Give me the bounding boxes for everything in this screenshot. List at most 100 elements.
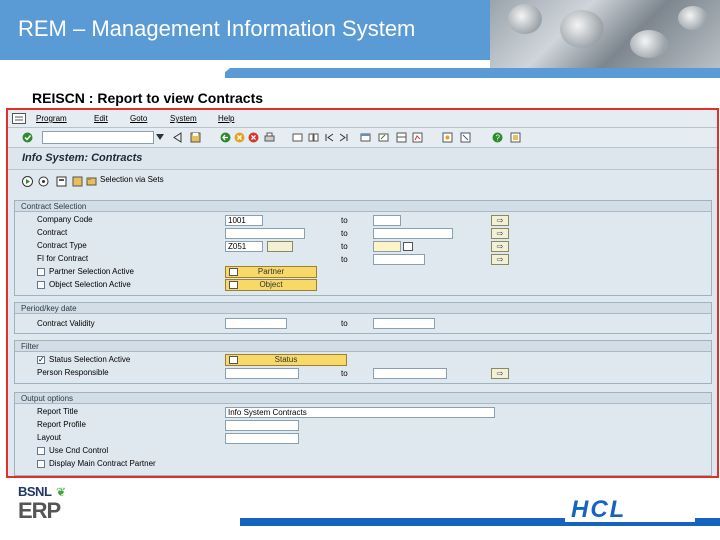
- period-key-date-header: Period/key date: [21, 304, 77, 313]
- slide-header: REM – Management Information System: [0, 0, 720, 68]
- filter-group: Filter ✓ Status Selection Active Status …: [14, 340, 712, 384]
- to-label: to: [341, 255, 348, 264]
- help-icon[interactable]: ?: [492, 132, 503, 143]
- menu-edit[interactable]: Edit: [94, 114, 108, 123]
- save-icon[interactable]: [190, 132, 201, 143]
- first-page-icon[interactable]: [324, 132, 335, 143]
- variant-icon[interactable]: [38, 176, 49, 187]
- use-cnd-control-label: Use Cnd Control: [49, 446, 109, 455]
- partner-selection-checkbox[interactable]: [37, 268, 45, 276]
- menu-goto[interactable]: Goto: [130, 114, 147, 123]
- contract-type-label: Contract Type: [37, 241, 87, 250]
- layout-input[interactable]: [225, 433, 299, 444]
- find-icon[interactable]: [292, 132, 303, 143]
- fi-for-contract-label: FI for Contract: [37, 254, 89, 263]
- period-key-date-group: Period/key date Contract Validity to: [14, 302, 712, 334]
- menu-program[interactable]: Program: [36, 114, 67, 123]
- contract-type-from-input[interactable]: Z051: [225, 241, 263, 252]
- object-button[interactable]: Object: [225, 279, 317, 291]
- execute-icon[interactable]: [22, 176, 33, 187]
- print-icon[interactable]: [264, 132, 275, 143]
- graphics-icon[interactable]: [412, 132, 423, 143]
- status-selection-checkbox[interactable]: ✓: [37, 356, 45, 364]
- get-variant-icon[interactable]: [56, 176, 67, 187]
- multiple-selection-button[interactable]: ⇨: [491, 254, 509, 265]
- menu-system[interactable]: System: [170, 114, 197, 123]
- new-session-icon[interactable]: [360, 132, 371, 143]
- standard-toolbar: ?: [8, 128, 717, 148]
- sap-screenshot-frame: Program Edit Goto System Help ? Info Sys…: [6, 108, 719, 478]
- person-responsible-label: Person Responsible: [37, 368, 109, 377]
- multiple-selection-button[interactable]: ⇨: [491, 241, 509, 252]
- customize-icon[interactable]: [510, 132, 521, 143]
- use-cnd-control-checkbox[interactable]: [37, 447, 45, 455]
- selection-via-sets-button[interactable]: Selection via Sets: [100, 175, 164, 184]
- search-help-icon[interactable]: [403, 242, 413, 251]
- last-page-icon[interactable]: [338, 132, 349, 143]
- local-layout-icon[interactable]: [460, 132, 471, 143]
- filter-header: Filter: [21, 342, 39, 351]
- contract-selection-header: Contract Selection: [21, 202, 87, 211]
- customize-layout-icon[interactable]: [442, 132, 453, 143]
- contract-type-to-input[interactable]: [373, 241, 401, 252]
- app-title: Info System: Contracts: [22, 152, 143, 164]
- partner-button[interactable]: Partner: [225, 266, 317, 278]
- menu-help[interactable]: Help: [218, 114, 234, 123]
- command-field[interactable]: [42, 131, 154, 144]
- person-responsible-from-input[interactable]: [225, 368, 299, 379]
- bsnl-erp-logo: BSNL ❦ ERP: [18, 484, 78, 528]
- header-photo-satellite-dishes: [490, 0, 720, 68]
- hcl-logo: HCL: [565, 496, 695, 523]
- application-toolbar: Selection via Sets: [8, 170, 717, 192]
- multiple-selection-button[interactable]: ⇨: [491, 228, 509, 239]
- partner-selection-label: Partner Selection Active: [49, 267, 134, 276]
- selection-sets-icon[interactable]: [86, 176, 97, 187]
- fi-for-contract-to-input[interactable]: [373, 254, 425, 265]
- company-code-label: Company Code: [37, 215, 93, 224]
- to-label: to: [341, 242, 348, 251]
- back-icon[interactable]: [220, 132, 231, 143]
- contract-type-search-help-icon[interactable]: [267, 241, 293, 252]
- contract-to-input[interactable]: [373, 228, 453, 239]
- menu-icon[interactable]: [12, 113, 26, 124]
- contract-validity-to-input[interactable]: [373, 318, 435, 329]
- report-title-label: Report Title: [37, 407, 78, 416]
- company-code-to-input[interactable]: [373, 215, 401, 226]
- svg-text:?: ?: [496, 134, 501, 143]
- to-label: to: [341, 216, 348, 225]
- display-main-partner-checkbox[interactable]: [37, 460, 45, 468]
- report-title-input[interactable]: Info System Contracts: [225, 407, 495, 418]
- slide-subtitle: REISCN : Report to view Contracts: [32, 90, 264, 106]
- object-selection-label: Object Selection Active: [49, 280, 131, 289]
- status-button[interactable]: Status: [225, 354, 347, 366]
- contract-selection-group: Contract Selection Company Code 1001 to …: [14, 200, 712, 296]
- contract-validity-from-input[interactable]: [225, 318, 287, 329]
- multiple-selection-button[interactable]: ⇨: [491, 368, 509, 379]
- title-bar: REM – Management Information System: [0, 0, 500, 60]
- shortcut-icon[interactable]: [378, 132, 389, 143]
- company-code-from-input[interactable]: 1001: [225, 215, 263, 226]
- contract-from-input[interactable]: [225, 228, 305, 239]
- to-label: to: [341, 369, 348, 378]
- layout-icon[interactable]: [396, 132, 407, 143]
- contract-validity-label: Contract Validity: [37, 319, 95, 328]
- back-nav-icon[interactable]: [172, 132, 183, 143]
- save-variant-icon[interactable]: [72, 176, 83, 187]
- to-label: to: [341, 319, 348, 328]
- leaf-icon: ❦: [56, 485, 67, 499]
- cancel-icon[interactable]: [248, 132, 259, 143]
- multiple-selection-button[interactable]: ⇨: [491, 215, 509, 226]
- object-selection-checkbox[interactable]: [37, 281, 45, 289]
- command-dropdown-arrow-icon[interactable]: [156, 134, 164, 140]
- person-responsible-to-input[interactable]: [373, 368, 447, 379]
- output-options-header: Output options: [21, 394, 74, 403]
- display-main-partner-label: Display Main Contract Partner: [49, 459, 156, 468]
- contract-label: Contract: [37, 228, 68, 237]
- exit-icon[interactable]: [234, 132, 245, 143]
- find-next-icon[interactable]: [308, 132, 319, 143]
- slide-title: REM – Management Information System: [18, 16, 416, 41]
- enter-check-icon[interactable]: [22, 132, 33, 143]
- app-title-bar: Info System: Contracts: [8, 148, 717, 170]
- report-profile-input[interactable]: [225, 420, 299, 431]
- status-selection-label: Status Selection Active: [49, 355, 131, 364]
